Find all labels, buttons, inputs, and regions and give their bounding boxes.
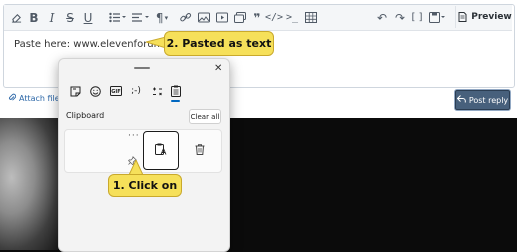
gallery-icon[interactable] (233, 9, 247, 26)
active-tab-indicator (171, 100, 180, 102)
svg-text:GIF: GIF (111, 89, 120, 95)
clear-all-button[interactable]: Clear all (189, 109, 221, 124)
eraser-icon[interactable] (9, 9, 23, 26)
callout-step-1: 1. Click on (108, 174, 182, 197)
spoiler-icon[interactable]: >_ (284, 9, 300, 26)
more-options-icon[interactable]: ··· (128, 131, 140, 141)
attach-files-button[interactable]: Attach files (8, 93, 64, 104)
paste-as-text-icon (155, 141, 167, 160)
align-icon[interactable] (130, 9, 150, 26)
image-icon[interactable] (197, 9, 211, 26)
reply-icon (456, 95, 466, 105)
paste-label: Paste here: (14, 39, 71, 50)
post-reply-button[interactable]: Post reply (454, 89, 511, 111)
callout-step-2: 2. Pasted as text (164, 31, 274, 56)
strikethrough-icon[interactable]: S (63, 9, 77, 26)
code-icon[interactable]: </> (265, 9, 283, 26)
redo-icon[interactable]: ↷ (393, 9, 407, 26)
emoji-icon[interactable] (86, 83, 104, 99)
symbols-icon[interactable] (148, 83, 166, 99)
underline-icon[interactable]: U (81, 9, 95, 26)
close-icon[interactable]: ✕ (214, 63, 222, 74)
drag-handle[interactable] (134, 67, 150, 69)
save-draft-icon[interactable] (428, 9, 446, 26)
clipboard-section-title: Clipboard (66, 111, 105, 120)
paperclip-icon (8, 93, 17, 104)
gif-icon[interactable]: GIF (107, 83, 125, 99)
media-icon[interactable] (215, 9, 229, 26)
clipboard-icon[interactable] (167, 83, 185, 99)
table-icon[interactable] (304, 9, 318, 26)
brackets-icon[interactable]: [ ] (410, 9, 424, 26)
preview-button[interactable]: Preview (455, 6, 514, 28)
preview-label: Preview (471, 12, 512, 22)
trash-icon[interactable] (193, 142, 207, 156)
clipboard-history-panel: ✕ GIF ;-) Clipboard Clear all ··· (58, 58, 230, 252)
bold-icon[interactable]: B (27, 9, 41, 26)
link-icon[interactable] (179, 9, 193, 26)
undo-icon[interactable]: ↶ (375, 9, 389, 26)
kaomoji-icon[interactable]: ;-) (127, 83, 145, 99)
editor-toolbar: B I S U ¶ ▾ ❞ </> >_ ↶ ↷ [ ] Preview (4, 5, 512, 31)
preview-icon (458, 12, 467, 22)
post-reply-label: Post reply (468, 95, 509, 105)
italic-icon[interactable]: I (45, 9, 59, 26)
sticker-icon[interactable] (66, 83, 84, 99)
bullet-list-icon[interactable] (107, 9, 127, 26)
paste-as-text-button[interactable] (143, 131, 179, 170)
quote-icon[interactable]: ❞ (250, 9, 264, 26)
background-photo (0, 118, 58, 250)
paragraph-icon[interactable]: ¶ ▾ (153, 9, 171, 26)
